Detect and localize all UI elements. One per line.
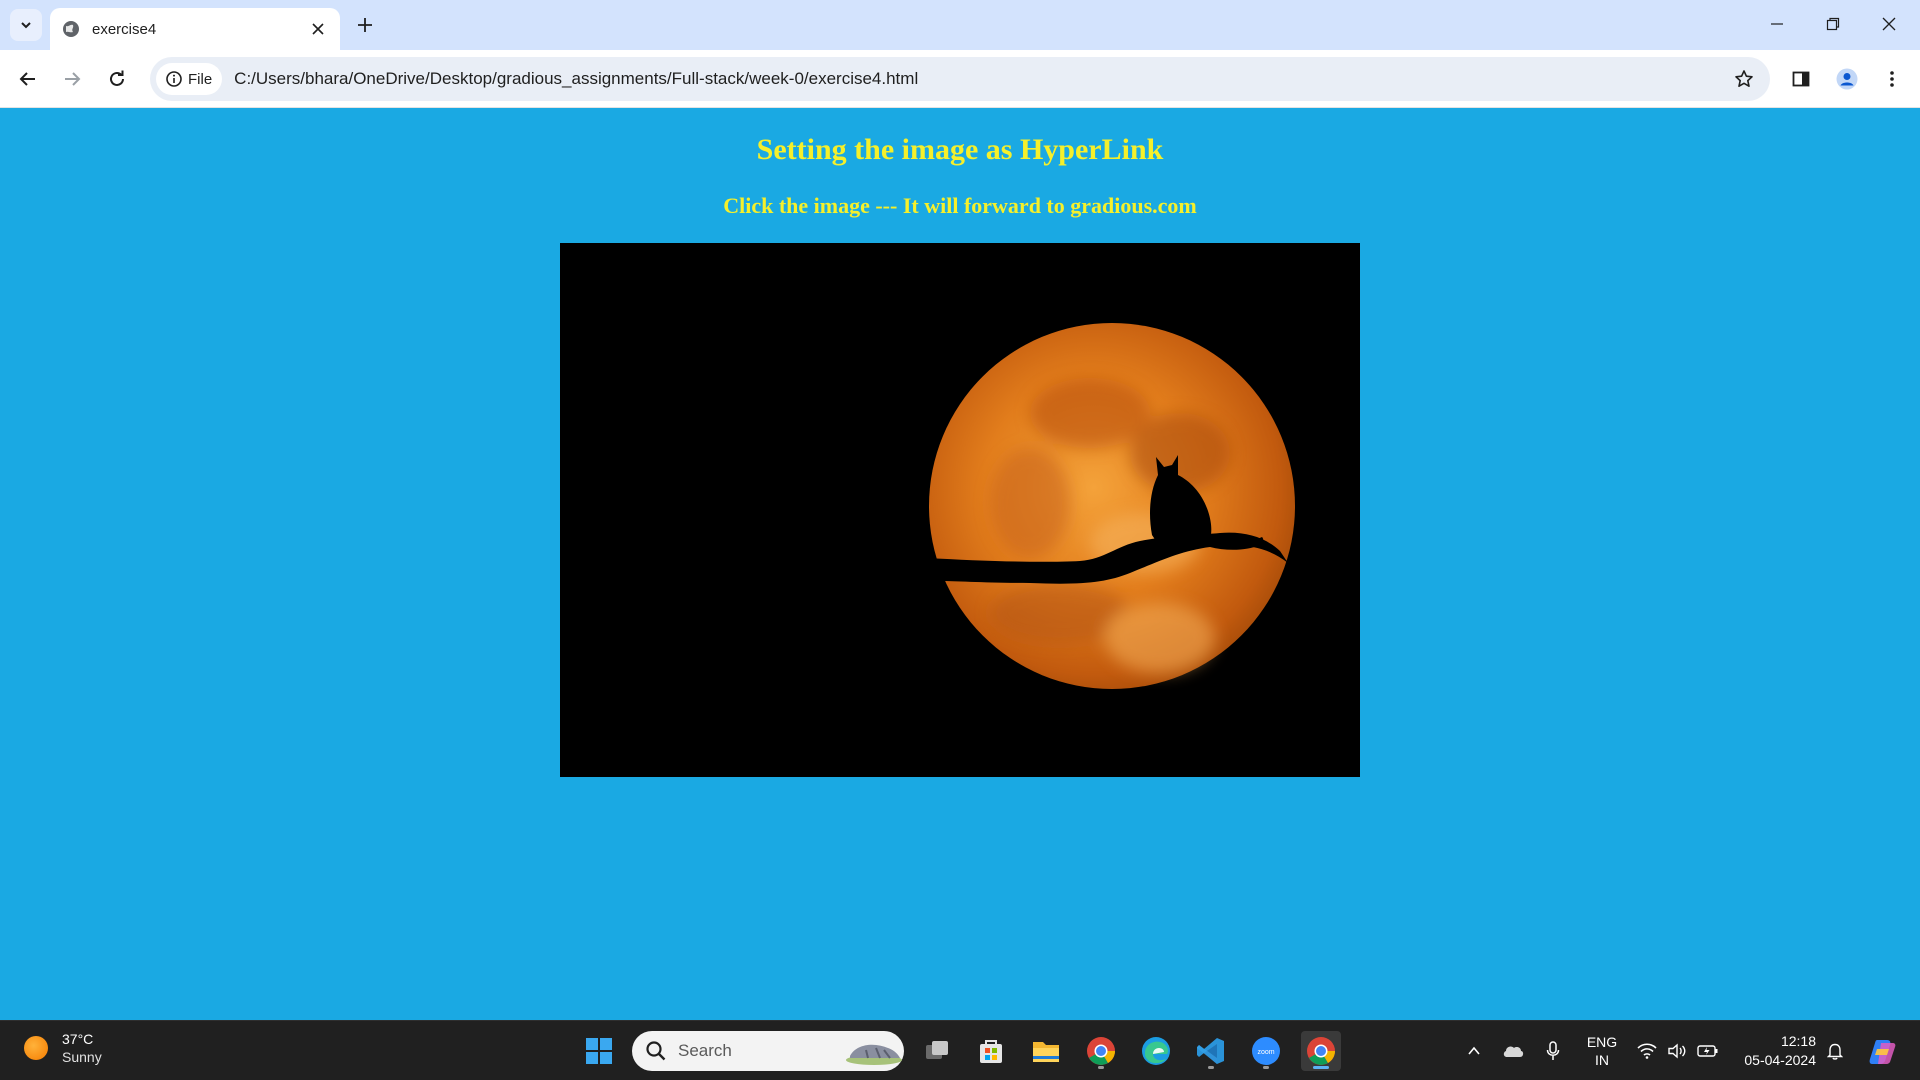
plus-icon [358, 18, 372, 32]
clock-time: 12:18 [1780, 1033, 1816, 1049]
more-vertical-icon [1890, 71, 1894, 87]
onedrive-icon-button[interactable] [1500, 1031, 1526, 1071]
search-icon [646, 1041, 666, 1061]
weather-temp: 37°C [62, 1031, 94, 1047]
close-icon [1882, 17, 1896, 31]
minimize-button[interactable] [1754, 6, 1800, 42]
browser-tab-strip: exercise4 [0, 0, 1920, 50]
forward-button[interactable] [54, 61, 90, 97]
moon-cat-image [560, 243, 1360, 777]
start-button[interactable] [579, 1031, 619, 1071]
minimize-icon [1771, 23, 1783, 25]
arrow-left-icon [19, 72, 35, 86]
taskbar-search[interactable]: Search [632, 1031, 904, 1071]
language-indicator[interactable]: ENG IN [1582, 1031, 1622, 1071]
tab-close-icon[interactable] [308, 19, 328, 39]
show-hidden-icons-button[interactable] [1462, 1031, 1486, 1071]
back-button[interactable] [10, 61, 46, 97]
image-hyperlink[interactable] [560, 243, 1360, 777]
microphone-button[interactable] [1541, 1031, 1565, 1071]
copilot-icon [1869, 1040, 1896, 1064]
tab-title: exercise4 [92, 20, 157, 38]
side-panel-icon [1792, 71, 1810, 87]
globe-icon [63, 21, 79, 37]
quick-settings-button[interactable] [1636, 1031, 1720, 1071]
vscode-icon [1197, 1038, 1224, 1064]
restore-icon [1826, 17, 1840, 31]
weather-desc: Sunny [62, 1049, 102, 1065]
arrow-right-icon [65, 72, 81, 86]
running-indicator [1208, 1066, 1214, 1069]
page-subheading: Click the image --- It will forward to g… [723, 193, 1197, 218]
wifi-icon [1637, 1043, 1657, 1059]
menu-button[interactable] [1874, 61, 1910, 97]
sun-icon [24, 1036, 48, 1060]
tab-exercise4[interactable]: exercise4 [50, 8, 340, 50]
edge-button[interactable] [1136, 1031, 1176, 1071]
restore-button[interactable] [1810, 6, 1856, 42]
zoom-button[interactable]: zoom [1246, 1031, 1286, 1071]
copilot-button[interactable] [1864, 1031, 1900, 1071]
active-indicator [1313, 1066, 1329, 1069]
new-tab-button[interactable] [352, 12, 378, 38]
bookmark-button[interactable] [1726, 61, 1762, 97]
reload-icon [110, 70, 124, 86]
site-info-label: File [188, 70, 213, 88]
star-icon [1735, 70, 1753, 87]
zoom-icon: zoom [1252, 1037, 1280, 1065]
running-indicator [1263, 1066, 1269, 1069]
task-view-button[interactable] [917, 1031, 957, 1071]
browser-toolbar: File C:/Users/bhara/OneDrive/Desktop/gra… [0, 50, 1920, 108]
chrome-icon [1087, 1037, 1115, 1065]
address-bar[interactable]: File C:/Users/bhara/OneDrive/Desktop/gra… [150, 57, 1770, 101]
avatar-icon [1836, 68, 1858, 90]
chrome-active-button[interactable] [1301, 1031, 1341, 1071]
profile-button[interactable] [1829, 61, 1865, 97]
chrome-icon [1307, 1037, 1335, 1065]
close-window-button[interactable] [1866, 6, 1912, 42]
svg-text:zoom: zoom [1257, 1049, 1274, 1056]
page-content: Setting the image as HyperLink Click the… [0, 109, 1920, 1020]
microsoft-store-button[interactable] [971, 1031, 1011, 1071]
microphone-icon [1546, 1041, 1560, 1060]
windows-taskbar: 37°C Sunny Search zoom ENG IN 12:18 05-0… [0, 1020, 1920, 1080]
reload-button[interactable] [99, 61, 135, 97]
windows-logo-icon [586, 1038, 612, 1064]
cloud-icon [1503, 1046, 1524, 1057]
chrome-button[interactable] [1081, 1031, 1121, 1071]
chevron-down-icon [21, 22, 31, 29]
running-indicator [1098, 1066, 1104, 1069]
language-primary: ENG [1586, 1034, 1618, 1050]
clock-widget[interactable]: 12:18 05-04-2024 [1730, 1031, 1816, 1071]
task-view-icon [926, 1041, 948, 1059]
clock-date: 05-04-2024 [1744, 1052, 1816, 1068]
search-highlight-icon [846, 1044, 902, 1065]
notifications-button[interactable] [1824, 1031, 1846, 1071]
vscode-button[interactable] [1191, 1031, 1231, 1071]
edge-icon [1142, 1037, 1170, 1065]
url-text[interactable]: C:/Users/bhara/OneDrive/Desktop/gradious… [234, 69, 1726, 89]
info-icon [166, 71, 182, 87]
bell-icon [1827, 1043, 1843, 1060]
battery-icon [1697, 1045, 1718, 1057]
page-heading: Setting the image as HyperLink [756, 133, 1164, 166]
file-explorer-button[interactable] [1026, 1031, 1066, 1071]
weather-widget[interactable]: 37°C Sunny [24, 1031, 102, 1065]
store-icon [980, 1040, 1002, 1063]
side-panel-button[interactable] [1783, 61, 1819, 97]
search-label: Search [678, 1041, 732, 1060]
site-info-chip[interactable]: File [156, 63, 223, 95]
language-secondary: IN [1595, 1052, 1609, 1068]
chevron-up-icon [1468, 1046, 1480, 1055]
folder-icon [1033, 1042, 1059, 1062]
volume-icon [1668, 1043, 1686, 1059]
tab-search-button[interactable] [10, 9, 42, 41]
